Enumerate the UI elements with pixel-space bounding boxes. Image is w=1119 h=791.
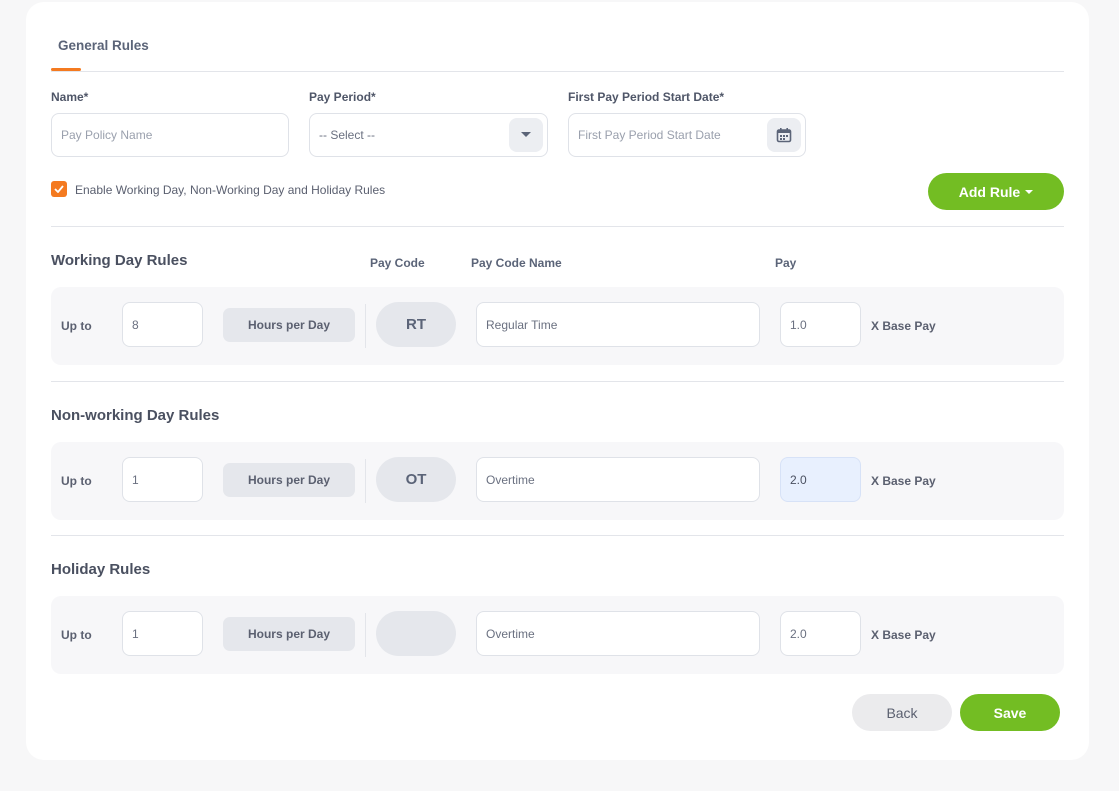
pay-code-name-input[interactable]: Overtime [476,611,760,656]
back-button[interactable]: Back [852,694,952,731]
up-to-label: Up to [61,628,92,642]
section-divider [51,381,1064,382]
pay-multiplier-input[interactable]: 2.0 [780,457,861,502]
base-pay-suffix: X Base Pay [871,628,936,642]
base-pay-suffix: X Base Pay [871,319,936,333]
hours-per-day-button[interactable]: Hours per Day [223,617,355,651]
pay-multiplier-input[interactable]: 1.0 [780,302,861,347]
enable-rules-label[interactable]: Enable Working Day, Non-Working Day and … [75,183,385,197]
row-separator [365,459,366,503]
start-date-input[interactable]: First Pay Period Start Date [568,113,806,157]
row-separator [365,304,366,348]
base-pay-suffix: X Base Pay [871,474,936,488]
up-to-label: Up to [61,474,92,488]
add-rule-label: Add Rule [958,183,1021,200]
caret-down-icon [1025,189,1034,194]
pay-code-badge[interactable]: RT [376,302,456,347]
pay-multiplier-input[interactable]: 2.0 [780,611,861,656]
name-label: Name* [51,90,89,104]
hours-input[interactable]: 1 [122,457,203,502]
hours-input[interactable]: 1 [122,611,203,656]
pay-code-name-input[interactable]: Overtime [476,457,760,502]
row-separator [365,613,366,657]
section-divider [51,535,1064,536]
start-date-placeholder: First Pay Period Start Date [578,128,721,142]
non-working-day-rule-row: Up to 1 Hours per Day OT Overtime 2.0 X … [51,442,1064,520]
holiday-rules-title: Holiday Rules [51,561,151,578]
hours-per-day-button[interactable]: Hours per Day [223,308,355,342]
working-day-rule-row: Up to 8 Hours per Day RT Regular Time 1.… [51,287,1064,365]
pay-code-name-input[interactable]: Regular Time [476,302,760,347]
save-button[interactable]: Save [960,694,1060,731]
holiday-rule-row: Up to 1 Hours per Day Overtime 2.0 X Bas… [51,596,1064,674]
enable-rules-checkbox[interactable] [51,181,67,197]
start-date-label: First Pay Period Start Date* [568,90,725,104]
pay-code-name-column-header: Pay Code Name [471,256,562,270]
up-to-label: Up to [61,319,92,333]
pay-code-column-header: Pay Code [370,256,425,270]
pay-code-badge[interactable] [376,611,456,656]
hours-input[interactable]: 8 [122,302,203,347]
pay-code-badge[interactable]: OT [376,457,456,502]
pay-period-value: -- Select -- [319,128,376,142]
pay-period-select[interactable]: -- Select -- [309,113,548,157]
tab-divider [51,71,1064,72]
working-day-rules-title: Working Day Rules [51,252,188,269]
check-icon [54,185,64,193]
tab-general-rules[interactable]: General Rules [58,38,149,53]
add-rule-button[interactable]: Add Rule [928,173,1064,210]
section-divider [51,226,1064,227]
calendar-icon[interactable] [767,118,801,152]
pay-column-header: Pay [775,256,797,270]
pay-policy-name-input[interactable]: Pay Policy Name [51,113,289,157]
pay-period-label: Pay Period* [309,90,376,104]
non-working-day-rules-title: Non-working Day Rules [51,407,220,424]
chevron-down-icon[interactable] [509,118,543,152]
hours-per-day-button[interactable]: Hours per Day [223,463,355,497]
